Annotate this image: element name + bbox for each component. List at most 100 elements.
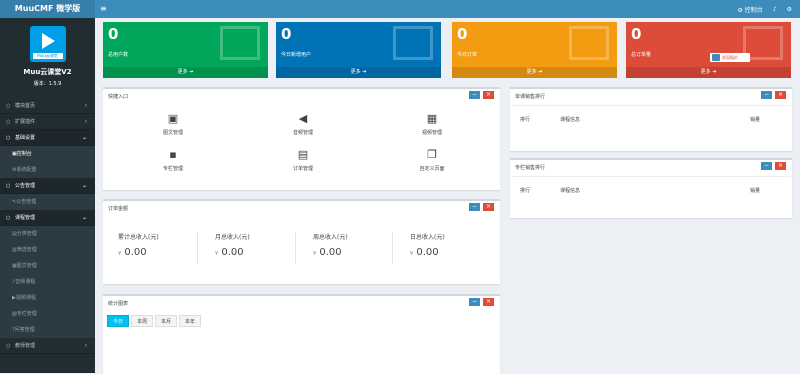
sidebar-subitem[interactable]: ▶视频课程 — [0, 290, 95, 306]
revenue-label: 日总收入(元) — [410, 234, 445, 241]
sidebar-item[interactable]: ○ 课程管理 ⌄ — [0, 210, 95, 226]
quick-link[interactable]: ◀ 音频管理 — [263, 112, 343, 136]
sidebar-subitem[interactable]: ✎公告管理 — [0, 194, 95, 210]
console-label: 控制台 — [744, 6, 763, 14]
sidebar-subitem[interactable]: ▤分类管理 — [0, 226, 95, 242]
app-logo: Muu云课堂 — [29, 26, 66, 62]
menu-item-icon: ○ — [6, 103, 11, 109]
panel-title: 专栏销售排行 — [515, 165, 546, 171]
grid-icon: ▪ — [169, 148, 177, 161]
quick-link[interactable]: ▪ 专栏管理 — [133, 148, 213, 172]
chevron-icon: ⌄ — [81, 182, 87, 189]
collapse-button[interactable]: − — [469, 91, 480, 99]
arrow-circle-icon: ➔ — [362, 69, 367, 75]
revenue-stat: 累计总收入(元) ¥ 0.00 — [118, 232, 159, 258]
stat-value: 0 — [457, 25, 468, 43]
sidebar-subitem[interactable]: ▥筛选管理 — [0, 242, 95, 258]
menu-item-icon: ○ — [6, 343, 11, 349]
period-tab[interactable]: 本周 — [131, 315, 154, 327]
sidebar-item-label: 专栏管理 — [16, 311, 37, 317]
sidebar-subitem[interactable]: ?问答管理 — [0, 322, 95, 338]
quick-link[interactable]: ▦ 视频管理 — [392, 112, 472, 136]
product-name: Muu云课堂V2 — [23, 68, 72, 76]
panel-title: 订单金额 — [108, 206, 129, 212]
sidebar-item[interactable]: ○ 教师管理 ‹ — [0, 338, 95, 354]
revenue-label: 周总收入(元) — [313, 234, 348, 241]
sidebar-subitem[interactable]: ⚙系统配置 — [0, 162, 95, 178]
stat-card: 0 总订单量更多 ➔ — [626, 22, 791, 78]
currency-symbol: ¥ — [410, 251, 414, 257]
close-button[interactable]: × — [775, 91, 786, 99]
arrow-circle-icon: ➔ — [538, 69, 543, 75]
settings-icon[interactable]: ⚙ — [787, 6, 792, 13]
revenue-label: 月总收入(元) — [215, 234, 250, 241]
currency-symbol: ¥ — [313, 251, 317, 257]
sidebar-item-label: 公告管理 — [15, 183, 36, 189]
stat-bg-icon — [393, 26, 433, 60]
bell-icon[interactable]: ♪ — [773, 6, 777, 13]
sidebar-item-label: 视频课程 — [15, 295, 36, 301]
collapse-button[interactable]: − — [761, 91, 772, 99]
sidebar-item[interactable]: ○ 基础设置 ⌄ — [0, 130, 95, 146]
sidebar-item[interactable]: ○ 公告管理 ⌄ — [0, 178, 95, 194]
more-link[interactable]: 更多 ➔ — [452, 67, 617, 78]
arrow-circle-icon: ➔ — [712, 69, 717, 75]
more-label: 更多 — [177, 69, 188, 75]
menu-item-icon: ○ — [6, 135, 11, 141]
more-link[interactable]: 更多 ➔ — [626, 67, 791, 78]
copy-icon: ❐ — [427, 148, 437, 161]
menu-item-icon: ○ — [6, 119, 11, 125]
sidebar: Muu云课堂 Muu云课堂V2 版本：1.5.9 ○ 模块首页 ‹ ○ 扩展插件 ‹ ○ 基础… — [0, 18, 95, 373]
revenue-value: 0.00 — [416, 247, 439, 258]
period-tab[interactable]: 本月 — [155, 315, 178, 327]
period-tab[interactable]: 今日 — [107, 315, 130, 327]
sidebar-subitem[interactable]: ♪音频课程 — [0, 274, 95, 290]
stat-label: 总订单量 — [631, 52, 652, 58]
sidebar-subitem[interactable]: ▣控制台 — [0, 146, 95, 162]
arrow-circle-icon: ➔ — [189, 69, 194, 75]
menu-toggle-icon[interactable]: ≡ — [100, 4, 107, 13]
revenue-stat: 周总收入(元) ¥ 0.00 — [313, 232, 348, 258]
sidebar-menu: ○ 模块首页 ‹ ○ 扩展插件 ‹ ○ 基础设置 ⌄ ▣控制台 ⚙系统配置 ○ 公告管理 ⌄ ✎公告管理 ○ 课… — [0, 98, 95, 354]
close-button[interactable]: × — [483, 203, 494, 211]
divider — [511, 176, 791, 177]
close-button[interactable]: × — [483, 298, 494, 306]
close-button[interactable]: × — [775, 162, 786, 170]
chevron-icon: ‹ — [84, 118, 87, 125]
period-tab[interactable]: 本年 — [179, 315, 202, 327]
quick-link[interactable]: ▣ 图文管理 — [133, 112, 213, 136]
quick-link[interactable]: ❐ 自定义页面 — [392, 148, 472, 172]
quick-link[interactable]: ▤ 订单管理 — [263, 148, 343, 172]
sidebar-item[interactable]: ○ 模块首页 ‹ — [0, 98, 95, 114]
collapse-button[interactable]: − — [469, 203, 480, 211]
sidebar-subitem[interactable]: ▦图文管理 — [0, 258, 95, 274]
stat-label: 今日新增用户 — [281, 52, 312, 58]
sidebar-item[interactable]: ○ 扩展插件 ‹ — [0, 114, 95, 130]
chevron-icon: ⌄ — [81, 134, 87, 141]
sidebar-item-label: 筛选管理 — [16, 247, 37, 253]
sidebar-item-label: 扩展插件 — [15, 119, 36, 125]
divider — [295, 232, 296, 264]
stat-card: 0 总用户数 更多 ➔ — [103, 22, 268, 78]
sidebar-item-label: 模块首页 — [15, 103, 36, 109]
console-link[interactable]: ⚙ 控制台 — [737, 5, 762, 14]
collapse-button[interactable]: − — [469, 298, 480, 306]
image-icon: ▣ — [167, 112, 179, 125]
divider — [197, 232, 198, 264]
stat-label: 总用户数 — [108, 52, 129, 58]
sidebar-item-label: 公告管理 — [16, 199, 37, 205]
collapse-button[interactable]: − — [761, 162, 772, 170]
status-badge[interactable]: 发现报价 — [710, 53, 750, 62]
sidebar-subitem[interactable]: ▧专栏管理 — [0, 306, 95, 322]
sidebar-item-label: 图文管理 — [16, 263, 37, 269]
sidebar-item-label: 控制台 — [16, 151, 32, 157]
more-link[interactable]: 更多 ➔ — [103, 67, 268, 78]
close-button[interactable]: × — [483, 91, 494, 99]
quick-access-panel: 快捷入口 − × — [103, 87, 500, 190]
stat-value: 0 — [631, 25, 642, 43]
menu-item-icon: ○ — [6, 215, 11, 221]
more-link[interactable]: 更多 ➔ — [276, 67, 441, 78]
brand-logo-text[interactable]: MuuCMF 微学版 — [0, 0, 95, 18]
quick-link-label: 图文管理 — [162, 130, 183, 136]
top-navbar: MuuCMF 微学版 ≡ ⚙ 控制台 ♪ ⚙ — [0, 0, 800, 18]
